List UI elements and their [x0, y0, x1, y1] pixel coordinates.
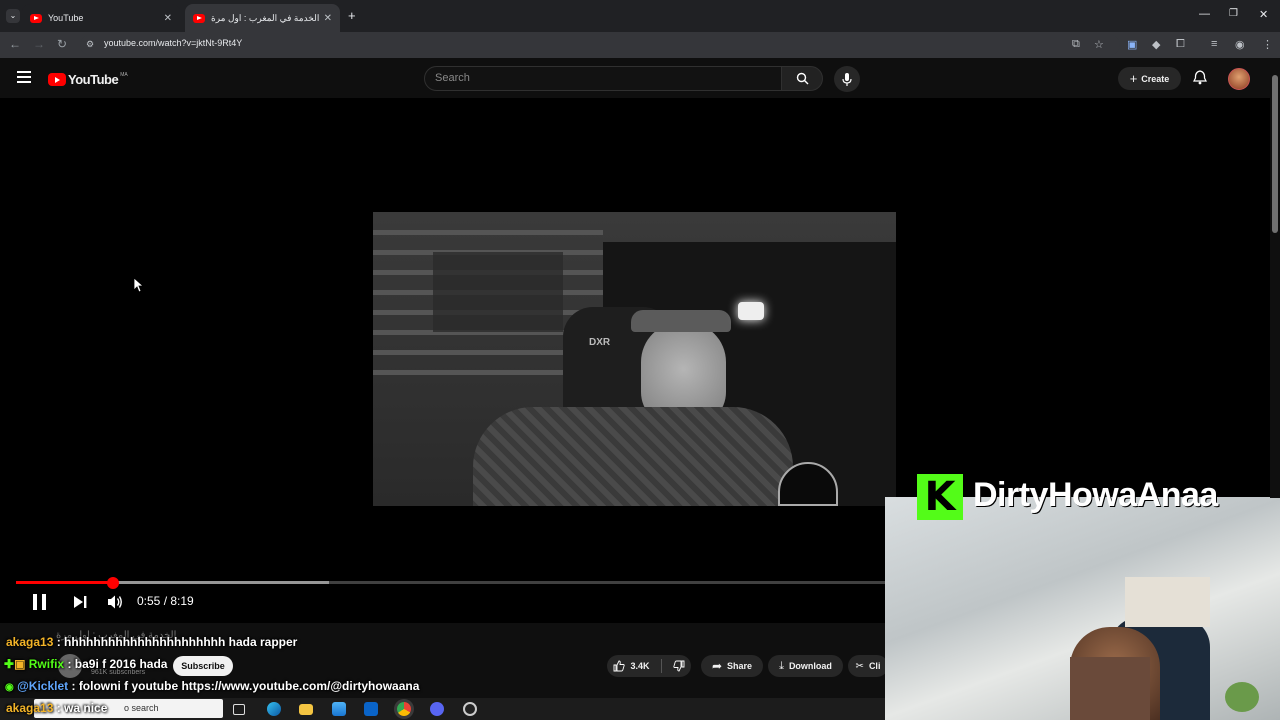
chat-text: : wa nice [56, 701, 108, 715]
share-button[interactable]: ➦ Share [701, 655, 763, 677]
scrollbar-thumb[interactable] [1272, 75, 1278, 233]
tab-title: YouTube [48, 13, 84, 23]
chat-message: akaga13 : wa nice [6, 701, 107, 715]
window-close-icon[interactable]: ✕ [1259, 8, 1268, 21]
chat-nick: akaga13 [6, 701, 54, 715]
youtube-favicon-icon [30, 13, 42, 23]
create-button[interactable]: + Create [1118, 67, 1181, 90]
discord-icon[interactable] [430, 702, 444, 716]
voice-search-button[interactable] [834, 66, 860, 92]
youtube-header: YouTube MA Search + Create [0, 58, 1270, 98]
extensions-puzzle-icon[interactable]: ⧠ [1176, 38, 1185, 51]
share-icon: ➦ [711, 659, 723, 673]
notifications-bell-icon[interactable] [1193, 70, 1207, 85]
chat-message: ✚▣ Rwifix : ba9i f 2016 hada [4, 657, 167, 671]
tab-close-icon[interactable]: ✕ [324, 13, 332, 24]
reload-icon[interactable]: ↻ [57, 37, 67, 51]
subscriber-badge-icon: ▣ [14, 657, 26, 671]
obs-icon[interactable] [463, 702, 477, 716]
kick-logo-icon: K [917, 474, 963, 520]
moderator-badge-icon: ✚ [4, 657, 15, 671]
mouse-cursor-icon [133, 277, 143, 293]
tab-title: الخدمة في المغرب : اول مرة [211, 12, 320, 23]
tab-list-dropdown-icon[interactable]: ⌄ [6, 9, 20, 23]
like-count: 3.4K [630, 661, 650, 671]
chat-nick: Rwifix [28, 657, 65, 671]
translate-extension-icon[interactable]: ▣ [1127, 38, 1137, 51]
outlook-icon[interactable] [364, 702, 378, 716]
create-label: Create [1141, 73, 1170, 84]
chat-message: akaga13 : hhhhhhhhhhhhhhhhhhhhhh hada ra… [6, 635, 297, 649]
streamer-name: DirtyHowaAnaa [973, 476, 1218, 514]
clip-button[interactable]: ✂ Cli [848, 655, 888, 677]
youtube-favicon-icon [193, 13, 205, 23]
file-explorer-icon[interactable] [299, 704, 313, 715]
kick-channel-banner: K DirtyHowaAnaa [917, 474, 1280, 520]
restore-icon[interactable]: ❐ [1229, 8, 1238, 19]
search-input[interactable]: Search [424, 66, 782, 91]
forward-icon[interactable]: → [33, 37, 45, 51]
youtube-play-icon [48, 73, 66, 86]
pause-icon[interactable] [32, 594, 48, 610]
chat-nick: akaga13 [6, 635, 54, 649]
chat-message: ◉ @Kicklet : folowni f youtube https://w… [5, 679, 419, 693]
download-icon: ⤓ [779, 659, 784, 672]
menu-icon[interactable] [17, 71, 31, 86]
download-button[interactable]: ⤓ Download [768, 655, 843, 677]
tab-close-icon[interactable]: ✕ [164, 13, 172, 24]
minimize-icon[interactable]: — [1199, 8, 1210, 20]
plus-icon: + [1129, 71, 1138, 86]
extension-diamond-icon[interactable]: ◆ [1152, 38, 1160, 51]
youtube-logo[interactable]: YouTube MA [48, 72, 128, 87]
new-tab-icon[interactable]: + [348, 8, 356, 23]
video-frame[interactable]: DXR [373, 212, 896, 506]
chrome-icon[interactable] [397, 702, 411, 716]
back-icon[interactable]: ← [9, 37, 21, 51]
like-button[interactable]: 3.4K [607, 655, 691, 677]
clip-label: Cli [868, 661, 881, 671]
task-view-icon[interactable] [233, 704, 245, 715]
media-controls-icon[interactable]: ≡ [1211, 38, 1217, 50]
browser-menu-icon[interactable]: ⋮ [1262, 38, 1273, 51]
share-label: Share [727, 661, 753, 671]
microphone-icon [842, 72, 852, 86]
streamer-webcam [885, 497, 1280, 720]
video-timecode: 0:55 / 8:19 [137, 594, 194, 608]
logo-text: YouTube [68, 72, 119, 87]
chat-text: : folowni f youtube https://www.youtube.… [71, 679, 420, 693]
scissors-icon: ✂ [855, 660, 864, 672]
thumbs-up-icon [614, 660, 626, 672]
chat-nick: @Kicklet [17, 679, 69, 693]
bookmark-star-icon[interactable]: ☆ [1094, 38, 1104, 51]
store-icon[interactable] [332, 702, 346, 716]
bot-badge-icon: ◉ [5, 682, 14, 693]
profile-icon[interactable]: ◉ [1235, 38, 1245, 51]
progress-played [16, 581, 114, 584]
browser-tab-video[interactable]: الخدمة في المغرب : اول مرة ✕ [185, 4, 340, 32]
search-icon [796, 72, 808, 85]
download-label: Download [788, 661, 832, 671]
browser-tab-youtube[interactable]: YouTube ✕ [22, 4, 180, 32]
thumbs-down-icon[interactable] [672, 660, 685, 672]
chat-text: : hhhhhhhhhhhhhhhhhhhhhh hada rapper [56, 635, 298, 649]
next-video-icon[interactable] [73, 595, 87, 609]
account-avatar[interactable] [1228, 68, 1250, 90]
edge-icon[interactable] [267, 702, 281, 716]
url-text[interactable]: youtube.com/watch?v=jktNt-9Rt4Y [104, 38, 242, 48]
chat-text: : ba9i f 2016 hada [67, 657, 168, 671]
country-code: MA [120, 71, 128, 78]
install-app-icon[interactable]: ⧉ [1072, 38, 1080, 51]
site-info-icon[interactable]: ⚙ [86, 39, 94, 50]
search-button[interactable] [781, 66, 823, 91]
volume-icon[interactable] [107, 594, 123, 610]
subscribe-button[interactable]: Subscribe [173, 656, 233, 676]
browser-tab-bar: ⌄ YouTube ✕ الخدمة في المغرب : اول مرة ✕… [0, 0, 1280, 32]
